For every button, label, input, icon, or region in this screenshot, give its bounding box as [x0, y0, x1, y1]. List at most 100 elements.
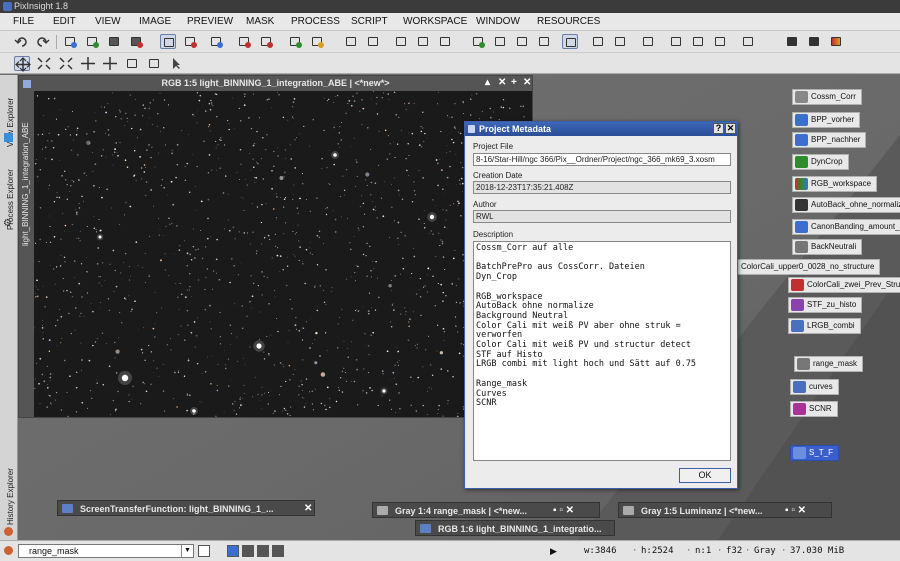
script-editor-icon[interactable] [640, 34, 656, 49]
stf-icon[interactable] [393, 34, 409, 49]
process-icon-rgb-workspace[interactable]: RGB_workspace [792, 176, 878, 192]
tab-history-explorer[interactable]: History Explorer [0, 460, 18, 525]
dialog-title-bar[interactable]: Project Metadata ? ✕ [465, 122, 737, 136]
process-icon-scnr[interactable]: SCNR [790, 401, 838, 417]
cascade-windows-icon[interactable] [365, 34, 381, 49]
process-icon-range-mask[interactable]: range_mask [794, 356, 864, 372]
rgb-16-window[interactable]: RGB 1:6 light_BINNING_1_integratio... [415, 520, 615, 536]
page-icon[interactable] [124, 56, 140, 71]
color-channels-icon[interactable] [828, 34, 844, 49]
new-image-icon[interactable] [62, 34, 78, 49]
zoom-out-icon[interactable] [492, 34, 508, 49]
menu-resources[interactable]: RESOURCES [537, 16, 600, 27]
history-explorer-icon [4, 527, 13, 536]
fit-view-icon[interactable] [36, 56, 52, 71]
pointer-icon[interactable] [168, 56, 184, 71]
description-textarea[interactable]: Cossm_Corr auf alle BatchPrePro aus Coss… [473, 241, 731, 461]
expand-view-icon[interactable] [58, 56, 74, 71]
channel-rgb-button[interactable] [227, 545, 239, 557]
luminanz-window-controls[interactable]: ▪ ▫ ✕ [785, 503, 806, 517]
new-preview-icon[interactable] [309, 34, 325, 49]
image-window[interactable]: RGB 1:5 light_BINNING_1_integration_ABE … [18, 75, 533, 418]
preview-icon[interactable] [287, 34, 303, 49]
shade-button[interactable]: ▴ [485, 78, 490, 88]
play-button[interactable]: ▶ [550, 546, 557, 557]
new-view-button[interactable] [198, 545, 210, 557]
menu-preview[interactable]: PREVIEW [187, 16, 233, 27]
save-image-icon[interactable] [106, 34, 122, 49]
mask-icon[interactable] [236, 34, 252, 49]
show-mask-icon[interactable] [806, 34, 822, 49]
history-icon[interactable] [668, 34, 684, 49]
undo-icon[interactable] [14, 34, 30, 49]
open-image-icon[interactable] [84, 34, 100, 49]
process-icon-cossm-corr[interactable]: Cossm_Corr [792, 89, 862, 105]
menu-process[interactable]: PROCESS [291, 16, 340, 27]
range-mask-window[interactable]: Gray 1:4 range_mask | <*new... ▪ ▫ ✕ [372, 502, 600, 518]
zoom-tool-icon[interactable] [102, 56, 118, 71]
menu-image[interactable]: IMAGE [139, 16, 171, 27]
history-forward-icon[interactable] [712, 34, 728, 49]
stf-window[interactable]: ScreenTransferFunction: light_BINNING_1_… [57, 500, 315, 516]
menu-view[interactable]: VIEW [95, 16, 121, 27]
iconize-button[interactable]: ✕ [498, 78, 506, 88]
menu-window[interactable]: WINDOW [476, 16, 520, 27]
zoom-fit-icon[interactable] [514, 34, 530, 49]
dynamic-crop-icon[interactable] [590, 34, 606, 49]
menu-edit[interactable]: EDIT [53, 16, 76, 27]
process-container-icon[interactable] [612, 34, 628, 49]
save-as-icon[interactable] [128, 34, 144, 49]
channel-red-button[interactable] [242, 545, 254, 557]
process-icon-canonbanding[interactable]: CanonBanding_amount_3 [792, 219, 900, 235]
help-button[interactable]: ? [713, 123, 724, 134]
stf-link-icon[interactable] [415, 34, 431, 49]
process-icon-dyncrop[interactable]: DynCrop [792, 154, 849, 170]
star-field-image[interactable] [34, 91, 532, 417]
duplicate-view-icon[interactable] [182, 34, 198, 49]
view-selector[interactable]: range_mask ▼ [18, 544, 194, 558]
menu-file[interactable]: FILE [13, 16, 34, 27]
process-icon-autoback[interactable]: AutoBack_ohne_normalize [792, 197, 900, 213]
move-icon[interactable] [14, 56, 31, 72]
neutralize-icon [795, 241, 808, 253]
zoom-1-1-icon[interactable] [536, 34, 552, 49]
image-icon-mode-icon[interactable] [208, 34, 224, 49]
dialog-close-button[interactable]: ✕ [725, 123, 736, 134]
range-mask-window-controls[interactable]: ▪ ▫ ✕ [553, 503, 574, 517]
stf-window-close-button[interactable]: ✕ [304, 501, 312, 515]
remove-mask-icon[interactable] [258, 34, 274, 49]
menu-script[interactable]: SCRIPT [351, 16, 388, 27]
ok-button[interactable]: OK [679, 468, 731, 483]
author-field[interactable]: RWL [473, 210, 731, 223]
tile-windows-icon[interactable] [343, 34, 359, 49]
process-icon-bpp-nachher[interactable]: BPP_nachher [792, 132, 867, 148]
channel-blue-button[interactable] [272, 545, 284, 557]
process-icon-stf[interactable]: S_T_F [790, 445, 840, 461]
track-view-icon[interactable] [784, 34, 800, 49]
process-icon-curves[interactable]: curves [790, 379, 839, 395]
view-image-icon[interactable] [160, 34, 176, 49]
history-back-icon[interactable] [690, 34, 706, 49]
menu-mask[interactable]: MASK [246, 16, 274, 27]
redo-icon[interactable] [34, 34, 50, 49]
select-icon[interactable] [146, 56, 162, 71]
process-icon-bpp-vorher[interactable]: BPP_vorher [792, 112, 861, 128]
stf-reset-icon[interactable] [437, 34, 453, 49]
close-button[interactable]: ✕ [523, 78, 531, 88]
process-icon-lrgb-combi[interactable]: LRGB_combi [788, 318, 861, 334]
menu-workspace[interactable]: WORKSPACE [403, 16, 467, 27]
luminanz-window[interactable]: Gray 1:5 Luminanz | <*new... ▪ ▫ ✕ [618, 502, 832, 518]
image-window-title-bar[interactable]: RGB 1:5 light_BINNING_1_integration_ABE … [19, 76, 532, 91]
process-icon-colorcali-zwei[interactable]: ColorCali_zwei_Prev_Struc [788, 277, 900, 293]
process-icon-colorcali-upper[interactable]: ColorCali_upper0_0028_no_structure [736, 259, 881, 275]
readout-icon[interactable] [562, 34, 578, 49]
process-icon-backneutrali[interactable]: BackNeutrali [792, 239, 863, 255]
pan-icon[interactable] [80, 56, 96, 71]
explorer-icon[interactable] [740, 34, 756, 49]
process-icon-stf-zu-histo[interactable]: STF_zu_histo [788, 297, 863, 313]
channel-green-button[interactable] [257, 545, 269, 557]
chevron-down-icon[interactable]: ▼ [181, 545, 193, 557]
project-file-field[interactable]: 8-16/Star-Hill/ngc 366/Pix__Ordner/Proje… [473, 153, 731, 166]
zoom-in-icon[interactable] [470, 34, 486, 49]
maximize-button[interactable]: + [511, 78, 517, 88]
